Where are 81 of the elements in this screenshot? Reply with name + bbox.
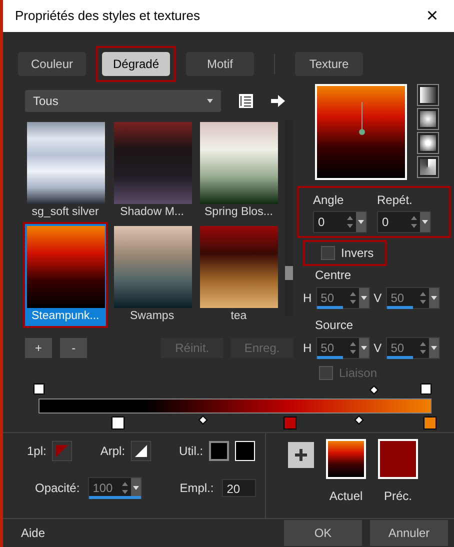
spinner-field[interactable]: 0 bbox=[377, 211, 431, 233]
angle-handle-icon[interactable] bbox=[358, 102, 366, 136]
previous-swatch bbox=[378, 439, 418, 479]
gradient-style-button[interactable] bbox=[417, 132, 439, 154]
current-swatch bbox=[326, 439, 366, 479]
dropdown-arrow-icon[interactable] bbox=[358, 220, 364, 224]
gradient-name: tea bbox=[230, 309, 248, 324]
add-button[interactable]: + bbox=[25, 338, 52, 358]
gradient-preview[interactable] bbox=[315, 84, 407, 180]
dropdown-arrow-icon[interactable] bbox=[132, 486, 139, 490]
gradient-name: Shadow M... bbox=[119, 205, 185, 220]
dropdown-arrow-icon[interactable] bbox=[430, 296, 437, 300]
v-label: V bbox=[374, 290, 382, 307]
location-label: Empl.: bbox=[180, 480, 214, 497]
gradient-tile[interactable]: tea bbox=[198, 224, 280, 326]
spin-arrows-icon[interactable] bbox=[120, 481, 129, 495]
remove-button[interactable]: - bbox=[60, 338, 88, 358]
dropdown-arrow-icon[interactable] bbox=[430, 346, 437, 350]
gradient-name: sg_soft silver bbox=[30, 205, 100, 220]
help-link[interactable]: Aide bbox=[21, 524, 46, 542]
h-label: H bbox=[303, 290, 312, 307]
spin-arrows-icon[interactable] bbox=[348, 341, 357, 355]
color-swatch[interactable] bbox=[209, 441, 230, 461]
background-label: Arpl: bbox=[100, 443, 126, 460]
background-swatch-icon[interactable] bbox=[131, 441, 152, 461]
spin-arrows-icon[interactable] bbox=[410, 215, 418, 229]
spinner-field[interactable]: 50 bbox=[316, 337, 370, 359]
h-label: H bbox=[303, 340, 312, 357]
gradient-style-button[interactable] bbox=[417, 156, 439, 178]
category-dropdown[interactable]: Tous bbox=[25, 90, 221, 112]
spinner-field[interactable]: 50 bbox=[386, 337, 440, 359]
centre-label: Centre bbox=[314, 267, 352, 284]
plus-icon bbox=[295, 449, 307, 461]
gradient-tile[interactable]: Swamps bbox=[112, 224, 192, 326]
gradient-tile[interactable]: Shadow M... bbox=[112, 120, 192, 222]
invert-label: Invers bbox=[341, 245, 374, 262]
foreground-swatch-icon[interactable] bbox=[52, 441, 72, 461]
ok-button[interactable]: OK bbox=[284, 520, 362, 546]
v-label: V bbox=[374, 340, 382, 357]
tab[interactable]: Couleur bbox=[18, 52, 86, 76]
gradient-tile[interactable]: Spring Blos... bbox=[198, 120, 280, 222]
tab[interactable]: Motif bbox=[186, 52, 254, 76]
tab[interactable]: Texture bbox=[295, 52, 363, 76]
spin-arrows-icon[interactable] bbox=[418, 291, 427, 305]
spinner-field[interactable]: 100 bbox=[88, 477, 142, 499]
cancel-button[interactable]: Annuler bbox=[370, 520, 448, 546]
source-label: Source bbox=[314, 317, 354, 334]
angle-label: Angle bbox=[313, 192, 345, 209]
dropdown-arrow-icon[interactable] bbox=[422, 220, 428, 224]
spinner-field[interactable]: 50 bbox=[316, 287, 370, 309]
scrollbar[interactable] bbox=[285, 120, 293, 316]
spin-arrows-icon[interactable] bbox=[346, 215, 354, 229]
list-view-icon[interactable] bbox=[239, 94, 253, 108]
use-label: Util.: bbox=[179, 443, 204, 460]
spin-arrows-icon[interactable] bbox=[418, 341, 427, 355]
gradient-name: Spring Blos... bbox=[204, 205, 274, 220]
repeat-label: Repét. bbox=[377, 192, 414, 209]
gradient-style-button[interactable] bbox=[417, 84, 439, 106]
gradient-name: Swamps bbox=[128, 309, 176, 324]
checkbox[interactable] bbox=[321, 246, 335, 260]
location-field[interactable]: 20 bbox=[222, 479, 256, 497]
close-button[interactable]: × bbox=[426, 6, 438, 26]
gradient-style-button[interactable] bbox=[417, 108, 439, 130]
spinner-field[interactable]: 0 bbox=[313, 211, 367, 233]
link-label: Liaison bbox=[339, 365, 378, 382]
dropdown-arrow-icon[interactable] bbox=[360, 346, 367, 350]
opacity-label: Opacité: bbox=[35, 480, 80, 497]
foreground-label: 1pl: bbox=[27, 443, 46, 460]
previous-label: Préc. bbox=[384, 488, 412, 505]
gradient-name: Steampunk... bbox=[30, 309, 100, 324]
current-label: Actuel bbox=[329, 488, 363, 505]
gradient-tile[interactable]: sg_soft silver bbox=[25, 120, 106, 222]
spin-arrows-icon[interactable] bbox=[348, 291, 357, 305]
dropdown-arrow-icon[interactable] bbox=[360, 296, 367, 300]
gradient-tile[interactable]: Steampunk... bbox=[25, 224, 106, 326]
add-swatch-button[interactable] bbox=[288, 442, 314, 468]
window-title: Propriétés des styles et textures bbox=[15, 7, 200, 26]
dropdown-arrow-icon[interactable] bbox=[207, 99, 213, 103]
arrow-right-icon[interactable] bbox=[271, 95, 285, 107]
spinner-field[interactable]: 50 bbox=[386, 287, 440, 309]
tab[interactable]: Dégradé bbox=[102, 52, 170, 76]
